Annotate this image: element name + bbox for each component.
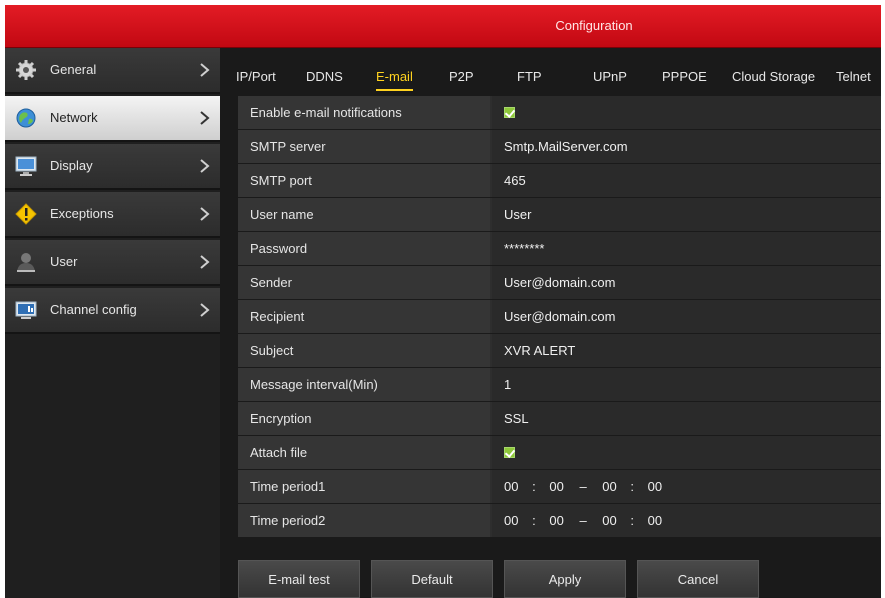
sidebar-item-label: Channel config [50,302,137,317]
chevron-right-icon [198,62,212,78]
subject-label: Subject [238,334,490,367]
form-row: Attach file [238,436,881,469]
time-period2-field[interactable]: 00 : 00 – 00 : 00 [492,504,881,537]
time-colon: : [630,479,635,494]
encryption-select[interactable]: SSL [492,402,881,435]
enable-email-checkbox[interactable] [504,107,515,118]
tab-telnet[interactable]: Telnet [836,48,871,88]
period1-start-hour[interactable]: 00 [504,470,518,503]
tab-pppoe[interactable]: PPPOE [662,48,707,88]
smtp-server-label: SMTP server [238,130,490,163]
sidebar-item-label: Display [50,158,93,173]
tab-bar: IP/Port DDNS E-mail P2P FTP UPnP PPPOE C… [223,48,881,93]
form-row: Password ******** [238,232,881,265]
smtp-server-field[interactable]: Smtp.MailServer.com [492,130,881,163]
username-field[interactable]: User [492,198,881,231]
form-row: Sender User@domain.com [238,266,881,299]
message-interval-field[interactable]: 1 [492,368,881,401]
chevron-right-icon [198,158,212,174]
period1-start-minute[interactable]: 00 [549,470,563,503]
form-row: User name User [238,198,881,231]
time-period1-field[interactable]: 00 : 00 – 00 : 00 [492,470,881,503]
main-panel: IP/Port DDNS E-mail P2P FTP UPnP PPPOE C… [223,48,881,598]
sidebar-item-channel-config[interactable]: Channel config [5,288,220,334]
subject-field[interactable]: XVR ALERT [492,334,881,367]
smtp-port-label: SMTP port [238,164,490,197]
time-period2-label: Time period2 [238,504,490,537]
time-colon: : [532,479,536,494]
tab-email[interactable]: E-mail [376,48,413,91]
password-label: Password [238,232,490,265]
sidebar-item-general[interactable]: General [5,48,220,94]
form-row: Enable e-mail notifications [238,96,881,129]
cancel-button[interactable]: Cancel [637,560,759,598]
default-button[interactable]: Default [371,560,493,598]
time-colon: : [532,513,536,528]
form-row: Encryption SSL [238,402,881,435]
sidebar-item-display[interactable]: Display [5,144,220,190]
form-row: SMTP port 465 [238,164,881,197]
period2-start-hour[interactable]: 00 [504,504,518,537]
sender-field[interactable]: User@domain.com [492,266,881,299]
window-title: Configuration [555,18,633,33]
sender-label: Sender [238,266,490,299]
tab-p2p[interactable]: P2P [449,48,474,88]
attach-file-checkbox[interactable] [504,447,515,458]
email-test-button[interactable]: E-mail test [238,560,360,598]
time-period1-label: Time period1 [238,470,490,503]
form-row: SMTP server Smtp.MailServer.com [238,130,881,163]
username-label: User name [238,198,490,231]
tab-cloud-storage[interactable]: Cloud Storage [732,48,815,88]
sidebar-item-exceptions[interactable]: Exceptions [5,192,220,238]
sidebar: General Network Display Exceptions User … [5,48,220,598]
time-dash: – [579,479,587,494]
warning-icon [15,203,39,225]
chevron-right-icon [198,110,212,126]
password-field[interactable]: ******** [492,232,881,265]
channel-icon [15,299,39,321]
title-bar: Configuration [5,5,881,48]
form-row: Time period1 00 : 00 – 00 : 00 [238,470,881,503]
enable-email-label: Enable e-mail notifications [238,96,490,129]
period2-end-minute[interactable]: 00 [648,504,662,537]
form-row: Message interval(Min) 1 [238,368,881,401]
sidebar-item-label: User [50,254,78,269]
sidebar-item-label: Network [50,110,98,125]
period2-start-minute[interactable]: 00 [549,504,563,537]
button-bar: E-mail test Default Apply Cancel [238,560,881,598]
tab-ftp[interactable]: FTP [517,48,542,88]
monitor-icon [15,155,39,177]
user-icon [15,251,39,273]
time-dash: – [579,513,587,528]
recipient-label: Recipient [238,300,490,333]
form-row: Subject XVR ALERT [238,334,881,367]
tab-ip-port[interactable]: IP/Port [236,48,276,88]
sidebar-item-user[interactable]: User [5,240,220,286]
form-row: Recipient User@domain.com [238,300,881,333]
chevron-right-icon [198,302,212,318]
chevron-right-icon [198,254,212,270]
attach-file-label: Attach file [238,436,490,469]
period1-end-hour[interactable]: 00 [602,470,616,503]
time-colon: : [630,513,635,528]
apply-button[interactable]: Apply [504,560,626,598]
gear-icon [15,59,39,81]
period2-end-hour[interactable]: 00 [602,504,616,537]
globe-icon [15,107,39,129]
tab-ddns[interactable]: DDNS [306,48,343,88]
smtp-port-field[interactable]: 465 [492,164,881,197]
tab-upnp[interactable]: UPnP [593,48,627,88]
form-row: Time period2 00 : 00 – 00 : 00 [238,504,881,537]
message-interval-label: Message interval(Min) [238,368,490,401]
chevron-right-icon [198,206,212,222]
sidebar-item-network[interactable]: Network [5,96,220,142]
sidebar-item-label: Exceptions [50,206,114,221]
encryption-label: Encryption [238,402,490,435]
sidebar-item-label: General [50,62,97,77]
config-window: Configuration General Network Display Ex… [5,5,881,598]
period1-end-minute[interactable]: 00 [648,470,662,503]
recipient-field[interactable]: User@domain.com [492,300,881,333]
